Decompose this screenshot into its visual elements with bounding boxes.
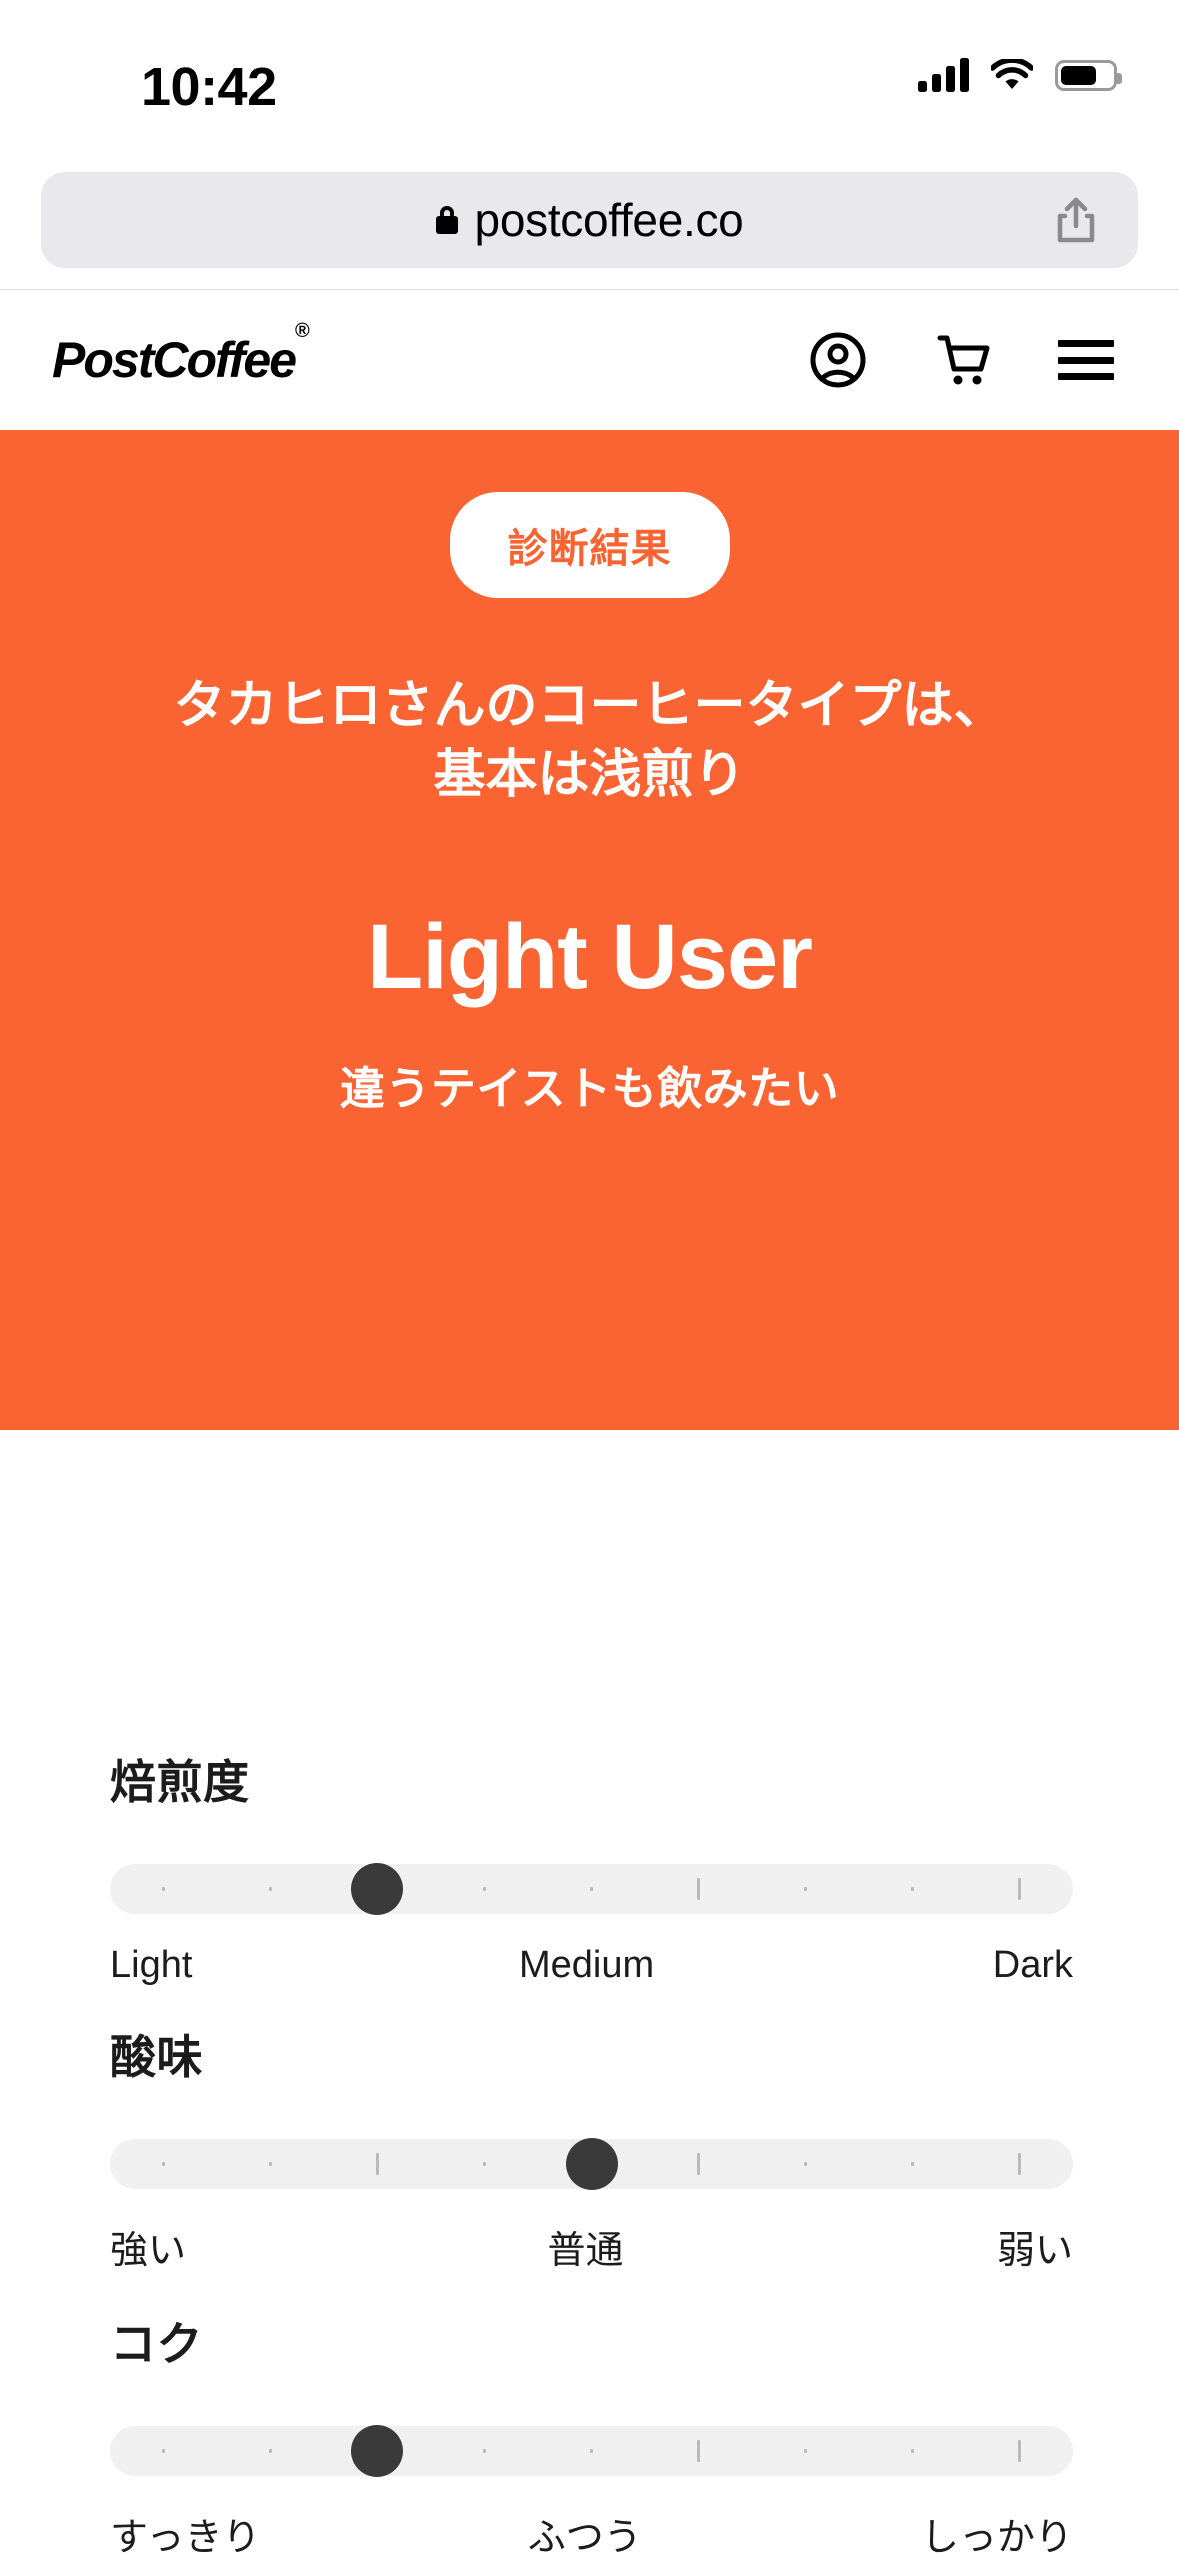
slider-thumb[interactable]: [565, 2138, 618, 2190]
status-bar: 10:42: [0, 0, 1179, 150]
slider-tick: [911, 2162, 914, 2166]
wifi-icon: [989, 57, 1035, 91]
slider-tick: [804, 1887, 807, 1891]
slider-tick: [269, 2162, 272, 2166]
scale-max-acidity: 弱い: [996, 2230, 1073, 2272]
slider-thumb[interactable]: [350, 2425, 403, 2477]
slider-block-roast: 焙煎度 Light Medium Dark: [110, 1746, 1073, 1987]
shopping-cart-icon[interactable]: [931, 329, 993, 391]
scale-max-body: しっかり: [920, 2517, 1073, 2556]
slider-tick: [1018, 1878, 1021, 1900]
hero-section: 診断結果 タカヒロさんのコーヒータイプは、 基本は浅煎り Light User …: [0, 430, 1179, 2556]
share-icon[interactable]: [1056, 196, 1096, 244]
scale-min-body: すっきり: [110, 2517, 261, 2556]
hero-headline-line1: タカヒロさんのコーヒータイプは、: [173, 677, 1006, 735]
slider-label-body: コク: [110, 2318, 203, 2370]
status-bar-icons: [918, 57, 1122, 92]
slider-tick: [162, 2162, 165, 2166]
slider-block-acidity: 酸味 強い 普通 弱い: [110, 2021, 1073, 2274]
slider-tick: [162, 2449, 165, 2453]
scale-mid-acidity: 普通: [547, 2230, 624, 2272]
slider-tick: [590, 1887, 593, 1891]
slider-thumb[interactable]: [350, 1863, 403, 1915]
battery-icon: [1055, 59, 1122, 91]
url-field[interactable]: postcoffee.co: [41, 171, 1138, 268]
slider-tick: [804, 2162, 807, 2166]
status-bar-time: 10:42: [141, 57, 277, 117]
site-logo[interactable]: PostCoffee®: [52, 320, 310, 389]
slider-tick: [1018, 2153, 1021, 2175]
lock-icon: [435, 205, 458, 234]
slider-track-body[interactable]: [110, 2425, 1073, 2477]
slider-tick: [269, 2449, 272, 2453]
slider-track-roast[interactable]: [110, 1863, 1073, 1915]
slider-tick: [590, 2449, 593, 2453]
cellular-signal-icon: [918, 58, 969, 92]
slider-tick: [911, 2449, 914, 2453]
scale-min-roast: Light: [110, 1944, 193, 1986]
slider-tick: [376, 2153, 379, 2175]
slider-label-roast: 焙煎度: [110, 1756, 250, 1808]
slider-label-acidity: 酸味: [110, 2031, 203, 2083]
hamburger-menu-icon[interactable]: [1055, 329, 1117, 391]
hero-subtitle: 違うテイストも飲みたい: [339, 1063, 840, 1115]
url-text: postcoffee.co: [474, 193, 744, 246]
slider-track-acidity[interactable]: [110, 2138, 1073, 2190]
slider-tick: [483, 1887, 486, 1891]
site-header: PostCoffee®: [0, 290, 1179, 430]
page-title: Light User: [367, 906, 813, 1009]
slider-tick: [483, 2162, 486, 2166]
slider-tick-group: [110, 1864, 1073, 1914]
slider-tick: [162, 1887, 165, 1891]
registered-mark: ®: [295, 320, 310, 343]
slider-scale-roast: Light Medium Dark: [110, 1944, 1073, 1987]
badge-wrap: 診断結果: [0, 492, 1179, 598]
site-logo-text: PostCoffee: [52, 332, 297, 388]
header-icon-group: [807, 329, 1117, 391]
browser-url-bar: postcoffee.co: [0, 150, 1179, 290]
slider-scale-acidity: 強い 普通 弱い: [110, 2219, 1073, 2274]
slider-block-body: コク すっきり ふつう しっかり: [110, 2308, 1073, 2556]
scale-mid-body: ふつう: [527, 2517, 642, 2556]
slider-tick: [269, 1887, 272, 1891]
scale-min-acidity: 強い: [110, 2230, 187, 2272]
slider-tick: [697, 2153, 700, 2175]
hero-headline-line2: 基本は浅煎り: [433, 745, 746, 804]
scale-mid-roast: Medium: [519, 1944, 655, 1986]
slider-tick: [911, 1887, 914, 1891]
slider-tick: [804, 2449, 807, 2453]
hero-headline: タカヒロさんのコーヒータイプは、 基本は浅煎り: [0, 672, 1179, 809]
slider-tick: [1018, 2440, 1021, 2462]
scale-max-roast: Dark: [992, 1944, 1073, 1986]
slider-scale-body: すっきり ふつう しっかり: [110, 2506, 1073, 2556]
slider-tick-group: [110, 2426, 1073, 2476]
taste-profile-card: 焙煎度 Light Medium Dark 酸味 強い 普通 弱い コク すっき…: [48, 1678, 1135, 2556]
slider-tick: [483, 2449, 486, 2453]
slider-tick: [697, 1878, 700, 1900]
status-badge: 診断結果: [449, 492, 730, 598]
url-content: postcoffee.co: [435, 193, 744, 247]
slider-tick: [697, 2440, 700, 2462]
account-icon[interactable]: [807, 329, 869, 391]
